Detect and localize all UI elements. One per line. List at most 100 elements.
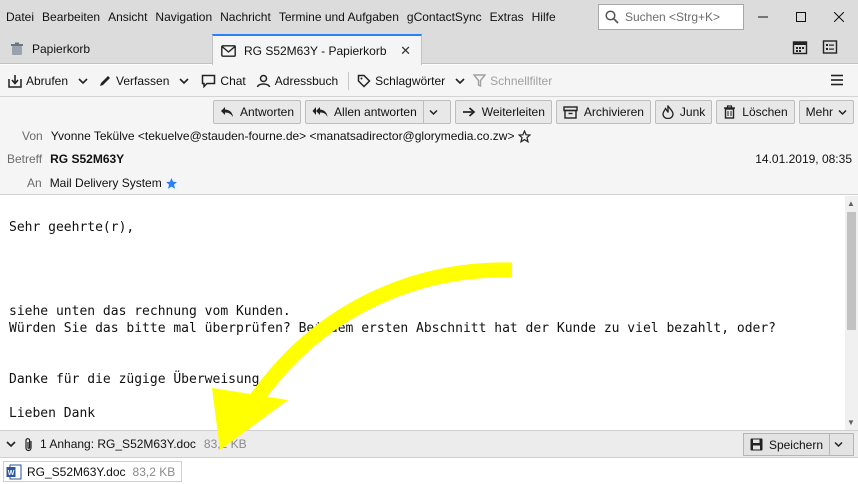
to-row: An Mail Delivery System (27, 176, 178, 190)
delete-button[interactable]: Löschen (716, 100, 795, 124)
menu-view[interactable]: Ansicht (104, 0, 151, 34)
reply-button[interactable]: Antworten (213, 100, 302, 124)
chevron-down-icon (429, 109, 438, 115)
junk-button[interactable]: Junk (654, 100, 713, 124)
attachment-item-size: 83,2 KB (132, 464, 176, 479)
menu-gcontactsync[interactable]: gContactSync (403, 0, 486, 34)
tab-label: RG S52M63Y - Papierkorb (244, 43, 387, 58)
save-attachment-button[interactable]: Speichern (742, 433, 854, 456)
body-line: Danke für die zügige Überweisung. (9, 372, 268, 387)
menu-tools[interactable]: Extras (486, 0, 528, 34)
minimize-button[interactable] (744, 0, 782, 34)
trash-folder-icon (11, 42, 23, 55)
star-outline-icon[interactable] (518, 129, 532, 143)
more-button[interactable]: Mehr (798, 100, 854, 124)
search-icon (605, 10, 619, 24)
archive-label: Archivieren (583, 105, 644, 119)
menu-message[interactable]: Nachricht (216, 0, 275, 34)
close-window-button[interactable] (820, 0, 858, 34)
tag-icon (357, 74, 371, 88)
scroll-up-icon[interactable]: ▲ (847, 199, 855, 208)
chevron-down-icon[interactable] (179, 77, 189, 85)
message-header: Antworten Allen antworten Weiterleiten A… (0, 97, 858, 195)
floppy-disk-icon (750, 438, 763, 451)
compose-label: Verfassen (116, 73, 170, 88)
from-address[interactable]: Yvonne Tekülve <tekuelve@stauden-fourne.… (51, 129, 515, 143)
tags-button[interactable]: Schlagwörter (357, 74, 445, 88)
to-address[interactable]: Mail Delivery System (50, 176, 162, 190)
attachment-item[interactable]: W RG_S52M63Y.doc 83,2 KB (3, 461, 183, 482)
archive-button[interactable]: Archivieren (555, 100, 651, 124)
menu-navigation[interactable]: Navigation (151, 0, 216, 34)
delete-label: Löschen (742, 105, 788, 119)
maximize-icon (796, 12, 806, 22)
fetch-button[interactable]: Abrufen (8, 74, 68, 88)
calendar-icon[interactable] (792, 39, 808, 55)
menu-events-tasks[interactable]: Termine und Aufgaben (275, 0, 403, 34)
contacts-icon (256, 74, 271, 87)
attachment-bar: 1 Anhang: RG_S52M63Y.doc 83,2 KB Speiche… (0, 430, 858, 458)
attachment-summary[interactable]: 1 Anhang: RG_S52M63Y.doc (40, 437, 196, 451)
more-label: Mehr (805, 105, 833, 119)
attachment-list: W RG_S52M63Y.doc 83,2 KB (0, 459, 858, 484)
tasks-icon[interactable] (822, 39, 838, 55)
star-filled-icon[interactable] (165, 177, 178, 190)
reply-all-arrow-icon (312, 107, 328, 117)
reply-all-button[interactable]: Allen antworten (305, 100, 451, 124)
trash-icon (724, 105, 736, 119)
tab-message[interactable]: RG S52M63Y - Papierkorb ✕ (212, 34, 422, 65)
save-dropdown[interactable] (829, 434, 853, 455)
tab-label: Papierkorb (32, 42, 91, 56)
tab-close-icon[interactable]: ✕ (400, 43, 411, 59)
reply-arrow-icon (221, 107, 233, 117)
reply-all-label: Allen antworten (334, 105, 417, 119)
body-line: Lieben Dank (9, 406, 96, 421)
subject-text: RG S52M63Y (50, 152, 125, 166)
scrollbar-thumb[interactable] (847, 212, 856, 330)
forward-label: Weiterleiten (481, 105, 545, 119)
addressbook-button[interactable]: Adressbuch (256, 74, 338, 88)
save-label: Speichern (768, 437, 823, 452)
chevron-down-icon[interactable] (455, 77, 465, 85)
menu-edit[interactable]: Bearbeiten (38, 0, 104, 34)
quickfilter-button[interactable]: Schnellfilter (473, 74, 552, 88)
search-input[interactable]: Suchen <Strg+K> (598, 4, 744, 30)
scroll-down-icon[interactable]: ▼ (847, 418, 855, 427)
addressbook-label: Adressbuch (274, 73, 339, 88)
chat-label: Chat (220, 73, 246, 88)
search-placeholder: Suchen <Strg+K> (625, 10, 721, 24)
attachment-filename: RG_S52M63Y.doc (27, 464, 126, 479)
chevron-down-icon[interactable] (78, 77, 88, 85)
junk-label: Junk (679, 105, 706, 119)
forward-button[interactable]: Weiterleiten (454, 100, 552, 124)
subject-label: Betreff (7, 152, 43, 166)
paperclip-icon (25, 437, 32, 451)
from-label: Von (22, 129, 43, 143)
tab-papierkorb[interactable]: Papierkorb (0, 34, 212, 64)
word-document-icon: W (6, 464, 22, 479)
menu-file[interactable]: Datei (0, 0, 38, 34)
hamburger-menu-icon[interactable] (830, 73, 844, 87)
chevron-down-icon[interactable] (6, 440, 16, 448)
funnel-icon (473, 74, 487, 87)
tab-bar: Papierkorb RG S52M63Y - Papierkorb ✕ (0, 34, 858, 65)
main-toolbar: Abrufen Verfassen Chat Adressbuch Schlag… (0, 65, 858, 97)
window-controls (744, 0, 858, 34)
tab-bar-icons (792, 39, 838, 55)
pencil-icon (100, 75, 111, 86)
maximize-button[interactable] (782, 0, 820, 34)
svg-text:W: W (8, 470, 15, 477)
forward-arrow-icon (462, 107, 476, 117)
chevron-down-icon (834, 441, 843, 448)
chevron-down-icon (838, 109, 847, 115)
menu-help[interactable]: Hilfe (528, 0, 560, 34)
reply-label: Antworten (240, 105, 295, 119)
fetch-label: Abrufen (26, 73, 69, 88)
body-scrollbar[interactable]: ▲ ▼ (845, 196, 858, 430)
envelope-icon (221, 44, 236, 57)
chat-button[interactable]: Chat (201, 73, 246, 88)
message-date: 14.01.2019, 08:35 (755, 152, 852, 166)
compose-button[interactable]: Verfassen (98, 74, 169, 88)
body-greeting: Sehr geehrte(r), (9, 220, 135, 235)
reply-all-dropdown[interactable] (422, 101, 444, 123)
